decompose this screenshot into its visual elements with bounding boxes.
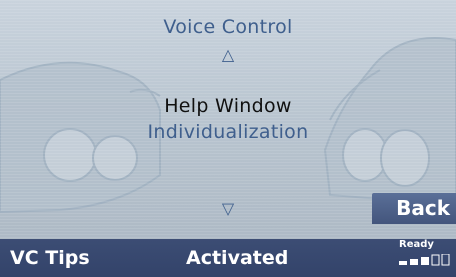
- page-title: Voice Control: [163, 16, 293, 38]
- signal-bar-5: [441, 254, 450, 266]
- signal-bar-4: [431, 254, 440, 266]
- vc-tips-softkey[interactable]: VC Tips: [10, 247, 90, 269]
- signal-level-icon: [399, 254, 450, 266]
- voice-control-screen: Voice Control △ Help Window Individualiz…: [0, 0, 456, 277]
- back-button[interactable]: Back: [372, 193, 456, 224]
- signal-bar-2: [410, 259, 418, 265]
- signal-bar-3: [421, 257, 429, 265]
- content-area: Voice Control △ Help Window Individualiz…: [0, 0, 456, 277]
- back-button-label: Back: [396, 196, 450, 220]
- bottom-status-bar: VC Tips Activated Ready: [0, 239, 456, 277]
- signal-bar-1: [399, 261, 407, 265]
- ready-label: Ready: [399, 239, 434, 250]
- status-text: Activated: [186, 247, 289, 269]
- menu-item-individualization[interactable]: Individualization: [0, 121, 456, 143]
- triangle-down-icon[interactable]: ▽: [218, 200, 238, 218]
- triangle-up-icon[interactable]: △: [218, 46, 238, 64]
- menu-item-help-window[interactable]: Help Window: [0, 95, 456, 117]
